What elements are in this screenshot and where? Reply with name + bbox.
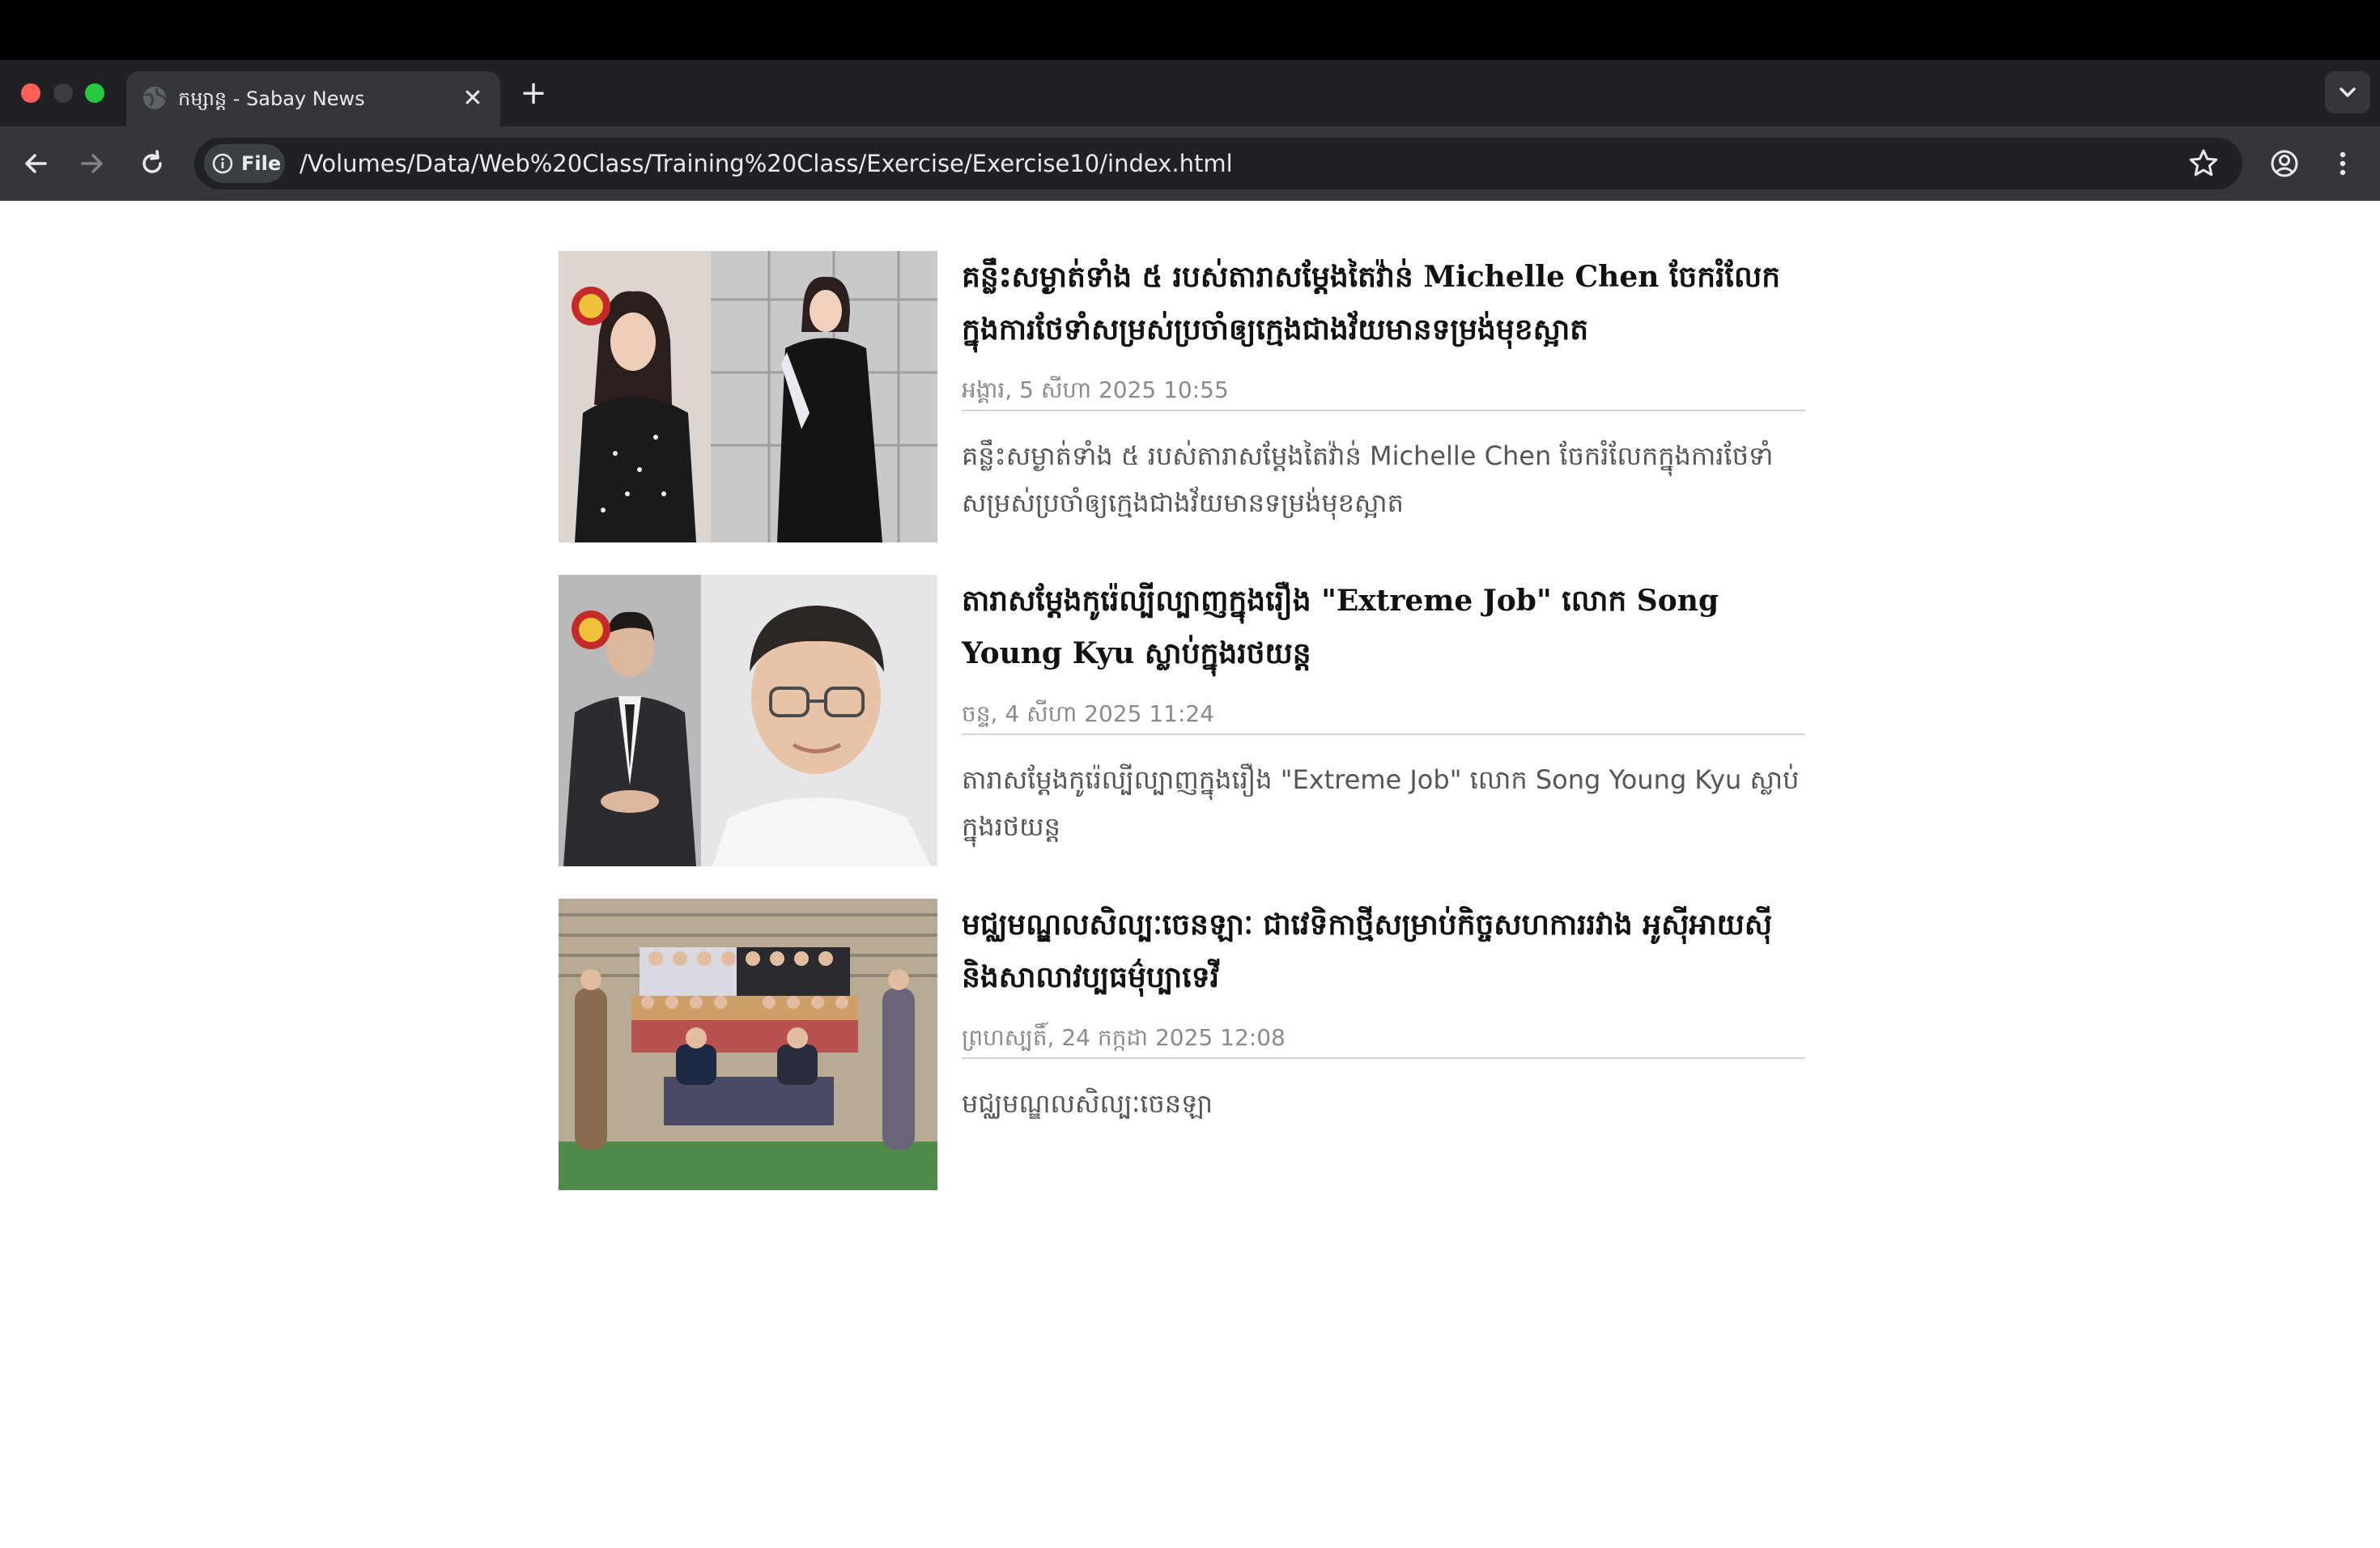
new-tab-button[interactable]: +	[516, 76, 550, 110]
article-thumbnail[interactable]	[559, 251, 937, 542]
article-date: អង្គារ, 5 សីហា 2025 10:55	[962, 374, 1805, 411]
article-date: ព្រហស្បតិ៍, 24 កក្កដា 2025 12:08	[962, 1022, 1805, 1059]
bookmark-star-icon[interactable]	[2186, 146, 2221, 181]
site-info-label: File	[241, 152, 282, 175]
globe-icon	[143, 87, 167, 109]
article-headline[interactable]: មជ្ឈមណ្ឌលសិល្បៈចេនឡាៈ ជាវេទិកាថ្មីសម្រាប…	[962, 899, 1796, 1004]
profile-icon[interactable]	[2267, 146, 2302, 181]
macos-menu-bar	[0, 0, 2380, 60]
article-date: ចន្ទ, 4 សីហា 2025 11:24	[962, 698, 1805, 735]
forward-arrow-icon[interactable]	[73, 144, 112, 183]
fullscreen-window-button[interactable]	[85, 83, 104, 103]
tab-close-icon[interactable]: ✕	[457, 83, 489, 115]
article-item[interactable]: មជ្ឈមណ្ឌលសិល្បៈចេនឡាៈ ជាវេទិកាថ្មីសម្រាប…	[559, 899, 1805, 1190]
info-icon	[212, 153, 233, 174]
article-item[interactable]: តារាសម្ដែងកូរ៉េល្បីល្បាញក្នុងរឿង "Extrem…	[559, 575, 1805, 866]
minimize-window-button[interactable]	[53, 83, 73, 103]
tab-search-button[interactable]	[2325, 71, 2370, 113]
article-summary: មជ្ឈមណ្ឌលសិល្បៈចេនឡា	[962, 1088, 1213, 1119]
article-thumbnail-image	[559, 575, 937, 866]
article-thumbnail-image	[559, 251, 937, 542]
address-bar[interactable]: File /Volumes/Data/Web%20Class/Training%…	[194, 138, 2242, 189]
close-window-button[interactable]	[21, 83, 40, 103]
site-info-button[interactable]: File	[204, 144, 285, 183]
back-arrow-icon[interactable]	[16, 144, 55, 183]
article-headline[interactable]: គន្លឹះសម្ងាត់ទាំង ៥ របស់តារាសម្ដែងតៃវ៉ាន…	[962, 251, 1796, 356]
article-summary: តារាសម្ដែងកូរ៉េល្បីល្បាញក្នុងរឿង "Extrem…	[962, 764, 1800, 842]
article-headline[interactable]: តារាសម្ដែងកូរ៉េល្បីល្បាញក្នុងរឿង "Extrem…	[962, 575, 1796, 680]
tab-title: កម្សាន្ត - Sabay News	[178, 87, 365, 110]
article-thumbnail-image	[559, 899, 937, 1190]
article-thumbnail[interactable]	[559, 899, 937, 1190]
article-summary: គន្លឹះសម្ងាត់ទាំង ៥ របស់តារាសម្ដែងតៃវ៉ាន…	[962, 440, 1774, 518]
url-text[interactable]: /Volumes/Data/Web%20Class/Training%20Cla…	[300, 138, 1233, 189]
article-item[interactable]: គន្លឹះសម្ងាត់ទាំង ៥ របស់តារាសម្ដែងតៃវ៉ាន…	[559, 251, 1805, 542]
tab-active[interactable]: កម្សាន្ត - Sabay News ✕	[126, 71, 500, 126]
chevron-down-icon	[2340, 87, 2356, 97]
reload-icon[interactable]	[133, 144, 172, 183]
more-menu-icon[interactable]	[2328, 146, 2357, 181]
article-thumbnail[interactable]	[559, 575, 937, 866]
